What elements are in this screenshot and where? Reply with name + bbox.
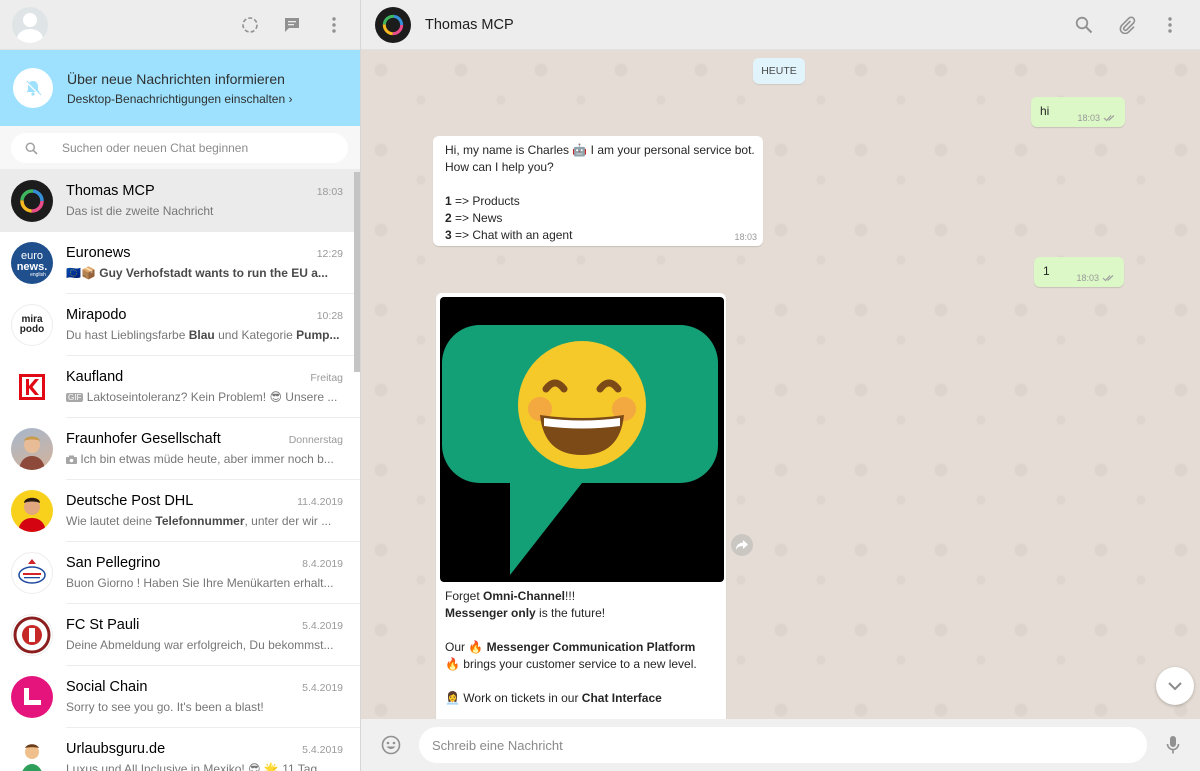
chat-time: 11.4.2019 [297, 496, 343, 508]
search-input[interactable] [62, 141, 322, 155]
scroll-down-button[interactable] [1156, 667, 1194, 705]
chat-name: Urlaubsguru.de [66, 741, 166, 757]
chat-avatar-dhl [11, 490, 53, 532]
chat-preview: Sorry to see you go. It's been a blast! [66, 700, 264, 714]
search-box [11, 133, 348, 163]
chat-time: 5.4.2019 [302, 744, 343, 756]
status-icon[interactable] [238, 13, 262, 37]
menu-icon[interactable] [322, 13, 346, 37]
chat-time: 12:29 [316, 248, 343, 260]
chat-time: 8.4.2019 [302, 558, 343, 570]
chat-preview: 🇪🇺📦 Guy Verhofstadt wants to run the EU … [66, 266, 328, 280]
attach-icon[interactable] [1115, 13, 1139, 37]
fire-emoji: 🔥 [468, 640, 484, 654]
conversation-title[interactable]: Thomas MCP [425, 17, 514, 33]
chat-name: Fraunhofer Gesellschaft [66, 431, 221, 447]
chat-time: 18:03 [316, 186, 343, 198]
chat-preview: Luxus und All Inclusive in Mexiko! 😎 🌟 1… [66, 762, 328, 771]
chat-preview: Du hast Lieblingsfarbe Blau und Kategori… [66, 328, 340, 342]
chat-name: Kaufland [66, 369, 124, 385]
chat-item-kaufland[interactable]: Kaufland Freitag GIF Laktoseintoleranz? K… [0, 356, 360, 418]
conversation-panel: Thomas MCP HEUTE hi 18:03 Hi, my name is… [361, 0, 1200, 771]
chat-name: Euronews [66, 245, 131, 261]
chat-preview: Wie lautet deine Telefonnummer, unter de… [66, 514, 332, 528]
double-check-icon [1103, 115, 1115, 122]
chat-item-mirapodo[interactable]: mira podo Mirapodo 10:28 Du hast Liebling… [0, 294, 360, 356]
search-icon[interactable] [1072, 13, 1096, 37]
chat-name: San Pellegrino [66, 555, 161, 571]
chat-avatar-social-chain [11, 676, 53, 718]
message-outgoing: 1 18:03 [1034, 257, 1124, 287]
notification-title: Über neue Nachrichten informieren [67, 70, 285, 87]
chat-time: 10:28 [316, 310, 343, 322]
contact-avatar[interactable] [375, 6, 411, 43]
chat-preview: Deine Abmeldung war erfolgreich, Du beko… [66, 638, 334, 652]
chat-name: Deutsche Post DHL [66, 493, 194, 509]
chat-preview: Das ist die zweite Nachricht [66, 204, 214, 218]
chat-avatar-euronews: euro news. english [11, 242, 53, 284]
message-area: HEUTE hi 18:03 Hi, my name is Charles 🤖 … [361, 50, 1200, 719]
message-incoming: Hi, my name is Charles 🤖 I am your perso… [433, 136, 763, 246]
search-icon [25, 142, 38, 155]
chat-time: 5.4.2019 [302, 682, 343, 694]
user-avatar[interactable] [12, 6, 48, 43]
message-outgoing: hi 18:03 [1031, 97, 1125, 127]
gif-badge: GIF [66, 393, 84, 402]
chat-item-fc-st-pauli[interactable]: FC St Pauli 5.4.2019 Deine Abmeldung war … [0, 604, 360, 666]
new-chat-icon[interactable] [280, 13, 304, 37]
forward-icon[interactable] [731, 534, 753, 556]
message-image[interactable] [440, 297, 724, 582]
notification-link[interactable]: Desktop-Benachrichtigungen einschalten › [67, 92, 292, 106]
chat-time: Donnerstag [288, 434, 343, 446]
search-area [0, 126, 360, 170]
chat-sidebar: Über neue Nachrichten informieren Deskto… [0, 0, 361, 771]
compose-bar [361, 719, 1200, 771]
chat-item-deutsche-post-dhl[interactable]: Deutsche Post DHL 11.4.2019 Wie lautet de… [0, 480, 360, 542]
chat-avatar-fraunhofer [11, 428, 53, 470]
notification-banner[interactable]: Über neue Nachrichten informieren Deskto… [0, 50, 360, 126]
chat-time: 5.4.2019 [302, 620, 343, 632]
chat-preview: Buon Giorno ! Haben Sie Ihre Menükarten … [66, 576, 334, 590]
chat-item-urlaubsguru[interactable]: Urlaubsguru.de 5.4.2019 Luxus und All Inc… [0, 728, 360, 771]
message-incoming-image: Forget Omni-Channel!!! Messenger only is… [436, 293, 726, 719]
chat-avatar-san-pellegrino [11, 552, 53, 594]
chat-avatar-urlaubsguru [11, 738, 53, 771]
chat-avatar-thomas-mcp [11, 180, 53, 222]
chat-preview: GIF Laktoseintoleranz? Kein Problem! 😎 U… [66, 390, 338, 404]
message-input[interactable] [418, 727, 1148, 763]
sidebar-scrollbar[interactable] [354, 172, 360, 372]
chat-list: Thomas MCP 18:03 Das ist die zweite Nachr… [0, 170, 360, 771]
chat-item-thomas-mcp[interactable]: Thomas MCP 18:03 Das ist die zweite Nachr… [0, 170, 360, 232]
double-check-icon [1102, 275, 1114, 282]
emoji-icon[interactable] [379, 733, 403, 757]
chat-item-san-pellegrino[interactable]: San Pellegrino 8.4.2019 Buon Giorno ! Hab… [0, 542, 360, 604]
chat-name: Thomas MCP [66, 183, 155, 199]
office-worker-emoji: 👩‍💼 [445, 691, 460, 705]
chevron-down-icon [1168, 681, 1182, 690]
chat-time: Freitag [310, 372, 343, 384]
chat-item-social-chain[interactable]: Social Chain 5.4.2019 Sorry to see you go… [0, 666, 360, 728]
camera-icon [66, 455, 77, 464]
chat-avatar-fc-st-pauli [11, 614, 53, 656]
microphone-icon[interactable] [1161, 733, 1185, 757]
notification-bell-off-icon [13, 68, 53, 108]
conversation-header: Thomas MCP [361, 0, 1200, 50]
chat-item-euronews[interactable]: euro news. english Euronews 12:29 🇪🇺📦 Guy… [0, 232, 360, 294]
chat-name: FC St Pauli [66, 617, 140, 633]
fire-emoji: 🔥 [445, 657, 460, 671]
chat-item-fraunhofer[interactable]: Fraunhofer Gesellschaft Donnerstag Ich bi… [0, 418, 360, 480]
menu-icon[interactable] [1158, 13, 1182, 37]
day-badge: HEUTE [753, 58, 805, 84]
chat-name: Social Chain [66, 679, 148, 695]
chat-preview: Ich bin etwas müde heute, aber immer noc… [66, 452, 342, 466]
chat-avatar-mirapodo: mira podo [11, 304, 53, 346]
sidebar-header [0, 0, 360, 50]
chat-avatar-kaufland [11, 366, 53, 408]
chat-name: Mirapodo [66, 307, 127, 323]
robot-emoji: 🤖 [572, 143, 588, 157]
